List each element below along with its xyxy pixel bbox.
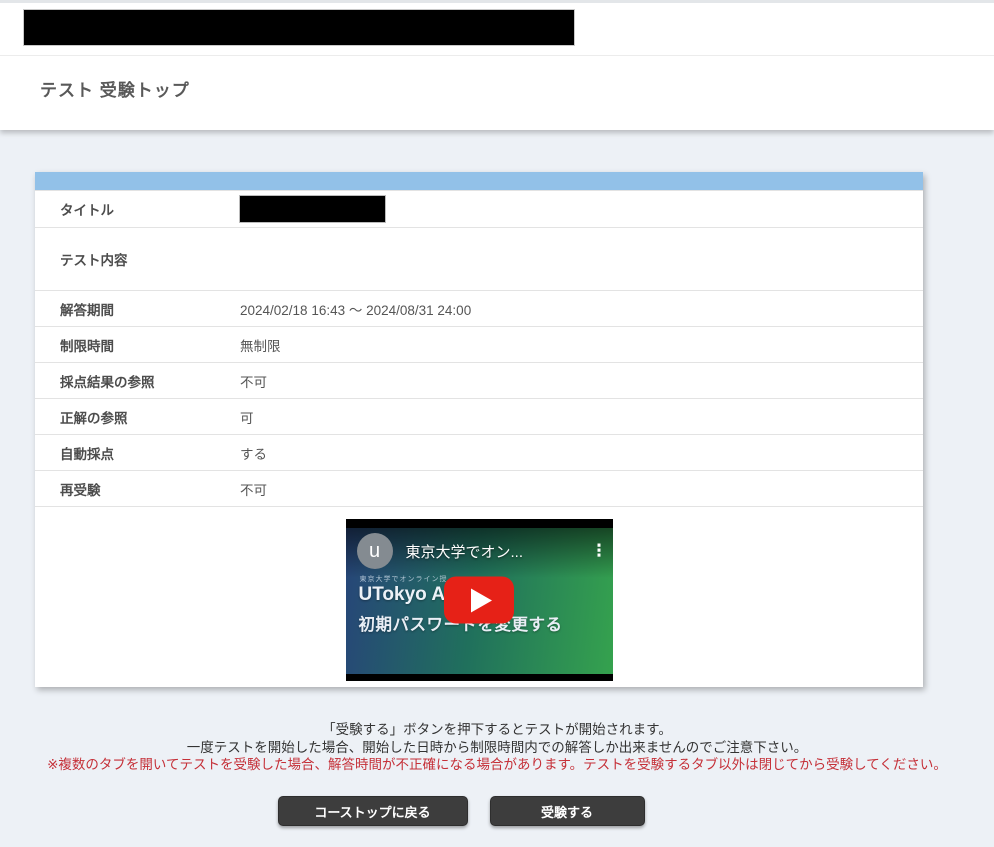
redacted-title-value (240, 196, 395, 222)
row-label: 正解の参照 (35, 407, 240, 427)
row-value: 不可 (240, 479, 277, 499)
row-label: 制限時間 (35, 335, 240, 355)
table-row-content: テスト内容 (35, 227, 923, 290)
row-value: 不可 (240, 371, 277, 391)
header-divider (0, 55, 994, 56)
row-value: 可 (240, 407, 264, 427)
youtube-play-button[interactable] (444, 577, 514, 624)
youtube-embed[interactable]: u 東京大学でオン... ⋮ 東京大学でオンライン授 UTokyo A 初期パス… (346, 519, 613, 681)
row-value: 無制限 (240, 335, 291, 355)
instruction-line-1: 「受験する」ボタンを押下するとテストが開始されます。 (0, 721, 994, 739)
action-button-row: コーストップに戻る 受験する (0, 796, 994, 826)
back-to-course-top-button[interactable]: コーストップに戻る (278, 796, 468, 826)
kebab-menu-icon[interactable]: ⋮ (591, 541, 605, 561)
row-label: タイトル (35, 199, 240, 219)
video-row: u 東京大学でオン... ⋮ 東京大学でオンライン授 UTokyo A 初期パス… (35, 506, 923, 687)
row-label: 採点結果の参照 (35, 371, 240, 391)
row-label: 解答期間 (35, 299, 240, 319)
redacted-breadcrumb-bar (24, 10, 574, 45)
play-icon (471, 588, 492, 612)
row-value: する (240, 443, 277, 463)
table-header-bar (35, 172, 923, 190)
page-header: テスト 受験トップ (0, 0, 994, 130)
test-info-card: タイトル テスト内容 解答期間 2024/02/18 16:43 ～ 2024/… (35, 172, 923, 687)
table-row-view-answers: 正解の参照 可 (35, 398, 923, 434)
page-title: テスト 受験トップ (40, 76, 190, 101)
instructions: 「受験する」ボタンを押下するとテストが開始されます。 一度テストを開始した場合、… (0, 721, 994, 774)
channel-avatar[interactable]: u (357, 533, 393, 569)
table-row-retake: 再受験 不可 (35, 470, 923, 506)
top-strip (0, 0, 994, 3)
instruction-line-2: 一度テストを開始した場合、開始した日時から制限時間内での解答しか出来ませんのでご… (0, 739, 994, 757)
table-row-answer-period: 解答期間 2024/02/18 16:43 ～ 2024/08/31 24:00 (35, 290, 923, 326)
row-label: 自動採点 (35, 443, 240, 463)
table-row-view-score: 採点結果の参照 不可 (35, 362, 923, 398)
table-row-auto-grading: 自動採点 する (35, 434, 923, 470)
row-label: テスト内容 (35, 249, 240, 269)
video-title-link[interactable]: 東京大学でオン... (406, 541, 591, 562)
video-title-bar: u 東京大学でオン... ⋮ (357, 533, 605, 569)
table-row-title: タイトル (35, 190, 923, 227)
thumbnail-small-text: 東京大学でオンライン授 (360, 574, 448, 584)
row-label: 再受験 (35, 479, 240, 499)
start-test-button[interactable]: 受験する (490, 796, 645, 826)
thumbnail-caption-line1: UTokyo A (359, 584, 446, 606)
row-value: 2024/02/18 16:43 ～ 2024/08/31 24:00 (240, 299, 481, 319)
instruction-warning: ※複数のタブを開いてテストを受験した場合、解答時間が不正確になる場合があります。… (0, 756, 994, 774)
table-row-time-limit: 制限時間 無制限 (35, 326, 923, 362)
